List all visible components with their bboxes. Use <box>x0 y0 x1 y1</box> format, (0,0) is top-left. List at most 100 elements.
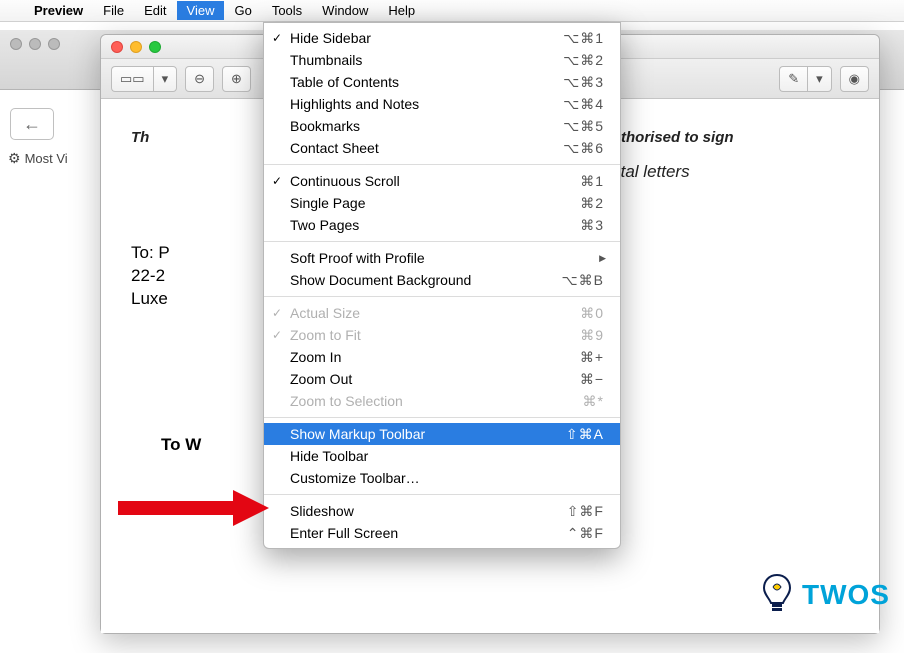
menu-item-label: Soft Proof with Profile <box>290 250 604 266</box>
zoom-in-icon: ⊕ <box>231 71 242 87</box>
gear-icon: ⚙ <box>8 150 21 167</box>
lightbulb-icon <box>760 573 794 617</box>
menu-item-label: Bookmarks <box>290 118 563 134</box>
menu-item-continuous-scroll[interactable]: ✓Continuous Scroll⌘1 <box>264 170 620 192</box>
menu-item-contact-sheet[interactable]: Contact Sheet⌥⌘6 <box>264 137 620 159</box>
close-button[interactable] <box>111 41 123 53</box>
menu-item-shortcut: ⌥⌘4 <box>563 96 604 113</box>
menu-item-bookmarks[interactable]: Bookmarks⌥⌘5 <box>264 115 620 137</box>
watermark-text: TWOS <box>802 579 890 611</box>
highlight-menu-button[interactable]: ▾ <box>807 66 832 92</box>
chevron-down-icon: ▾ <box>816 71 823 87</box>
menu-item-label: Enter Full Screen <box>290 525 567 541</box>
minimize-button[interactable] <box>130 41 142 53</box>
bg-sidebar-item[interactable]: ⚙ Most Vi <box>8 150 68 167</box>
menu-separator <box>264 417 620 418</box>
menubar-go[interactable]: Go <box>224 1 261 20</box>
bg-sidebar-label-text: Most Vi <box>25 151 68 166</box>
sidebar-menu-button[interactable]: ▾ <box>153 66 178 92</box>
arrow-head-icon <box>233 490 269 526</box>
menu-item-label: Actual Size <box>290 305 580 321</box>
menu-item-enter-full-screen[interactable]: Enter Full Screen⌃⌘F <box>264 522 620 544</box>
pencil-circle-icon: ◉ <box>849 71 860 87</box>
menu-item-shortcut: ⇧⌘F <box>567 503 604 520</box>
system-menubar: Preview File Edit View Go Tools Window H… <box>0 0 904 22</box>
menu-item-label: Hide Toolbar <box>290 448 604 464</box>
bg-minimize-button[interactable] <box>29 38 41 50</box>
menubar-app-name[interactable]: Preview <box>24 1 93 20</box>
menu-item-shortcut: ⌥⌘3 <box>563 74 604 91</box>
bg-close-button[interactable] <box>10 38 22 50</box>
highlighter-icon: ✎ <box>788 71 799 87</box>
bg-zoom-button[interactable] <box>48 38 60 50</box>
arrow-shaft <box>118 501 238 515</box>
menu-item-label: Show Markup Toolbar <box>290 426 566 442</box>
view-menu-dropdown: ✓Hide Sidebar⌥⌘1Thumbnails⌥⌘2Table of Co… <box>263 22 621 549</box>
menu-item-shortcut: ⌘3 <box>580 217 604 234</box>
menu-item-shortcut: ⌘1 <box>580 173 604 190</box>
menu-item-shortcut: ⌥⌘6 <box>563 140 604 157</box>
menu-item-label: Hide Sidebar <box>290 30 563 46</box>
menu-item-shortcut: ⌥⌘1 <box>563 30 604 47</box>
menu-item-single-page[interactable]: Single Page⌘2 <box>264 192 620 214</box>
menu-item-shortcut: ⌘+ <box>580 349 604 366</box>
menu-item-zoom-out[interactable]: Zoom Out⌘− <box>264 368 620 390</box>
menu-item-label: Zoom to Fit <box>290 327 580 343</box>
menu-item-hide-sidebar[interactable]: ✓ Hide Sidebar⌥⌘1 <box>264 27 620 49</box>
menubar-edit[interactable]: Edit <box>134 1 176 20</box>
menu-item-label: Show Document Background <box>290 272 562 288</box>
menu-item-show-document-background[interactable]: Show Document Background⌥⌘B <box>264 269 620 291</box>
menubar-window[interactable]: Window <box>312 1 378 20</box>
menu-item-label: Thumbnails <box>290 52 563 68</box>
zoom-out-button[interactable]: ⊖ <box>185 66 214 92</box>
sidebar-icon: ▭▭ <box>120 71 145 87</box>
doc-text: Th <box>131 129 149 146</box>
checkmark-icon: ✓ <box>272 174 282 188</box>
menu-item-shortcut: ⇧⌘A <box>566 426 604 443</box>
menu-item-hide-toolbar[interactable]: Hide Toolbar <box>264 445 620 467</box>
menu-item-shortcut: ⌃⌘F <box>567 525 604 542</box>
menu-item-soft-proof-with-profile[interactable]: Soft Proof with Profile <box>264 247 620 269</box>
menu-item-shortcut: ⌘* <box>583 393 604 410</box>
menu-item-thumbnails[interactable]: Thumbnails⌥⌘2 <box>264 49 620 71</box>
menu-item-shortcut: ⌘− <box>580 371 604 388</box>
checkmark-icon: ✓ <box>272 306 282 320</box>
menu-item-shortcut: ⌥⌘2 <box>563 52 604 69</box>
sidebar-view-segment: ▭▭ ▾ <box>111 66 177 92</box>
menu-item-label: Customize Toolbar… <box>290 470 604 486</box>
menubar-view[interactable]: View <box>177 1 225 20</box>
zoom-out-icon: ⊖ <box>194 71 205 87</box>
menu-item-zoom-in[interactable]: Zoom In⌘+ <box>264 346 620 368</box>
menu-separator <box>264 164 620 165</box>
preview-traffic-lights <box>111 41 161 53</box>
highlight-button[interactable]: ✎ <box>779 66 807 92</box>
checkmark-icon: ✓ <box>272 31 282 45</box>
menu-item-table-of-contents[interactable]: Table of Contents⌥⌘3 <box>264 71 620 93</box>
menu-item-shortcut: ⌘0 <box>580 305 604 322</box>
menu-item-label: Highlights and Notes <box>290 96 563 112</box>
menubar-help[interactable]: Help <box>378 1 425 20</box>
menu-item-customize-toolbar[interactable]: Customize Toolbar… <box>264 467 620 489</box>
menu-item-label: Single Page <box>290 195 580 211</box>
menu-item-label: Contact Sheet <box>290 140 563 156</box>
menu-item-show-markup-toolbar[interactable]: Show Markup Toolbar⇧⌘A <box>264 423 620 445</box>
menu-item-highlights-and-notes[interactable]: Highlights and Notes⌥⌘4 <box>264 93 620 115</box>
menu-item-slideshow[interactable]: Slideshow⇧⌘F <box>264 500 620 522</box>
menu-item-actual-size: ✓ Actual Size⌘0 <box>264 302 620 324</box>
zoom-button[interactable] <box>149 41 161 53</box>
markup-segment: ✎ ▾ <box>779 66 831 92</box>
back-button[interactable]: ← <box>10 108 54 140</box>
menu-item-zoom-to-selection: Zoom to Selection⌘* <box>264 390 620 412</box>
checkmark-icon: ✓ <box>272 328 282 342</box>
sidebar-toggle-button[interactable]: ▭▭ <box>111 66 153 92</box>
menubar-tools[interactable]: Tools <box>262 1 312 20</box>
menu-item-two-pages[interactable]: Two Pages⌘3 <box>264 214 620 236</box>
markup-toolbar-button[interactable]: ◉ <box>840 66 869 92</box>
menu-item-label: Zoom In <box>290 349 580 365</box>
menu-separator <box>264 296 620 297</box>
menu-item-shortcut: ⌥⌘5 <box>563 118 604 135</box>
menu-item-label: Zoom to Selection <box>290 393 583 409</box>
chevron-down-icon: ▾ <box>162 71 169 87</box>
zoom-in-button[interactable]: ⊕ <box>222 66 251 92</box>
menubar-file[interactable]: File <box>93 1 134 20</box>
